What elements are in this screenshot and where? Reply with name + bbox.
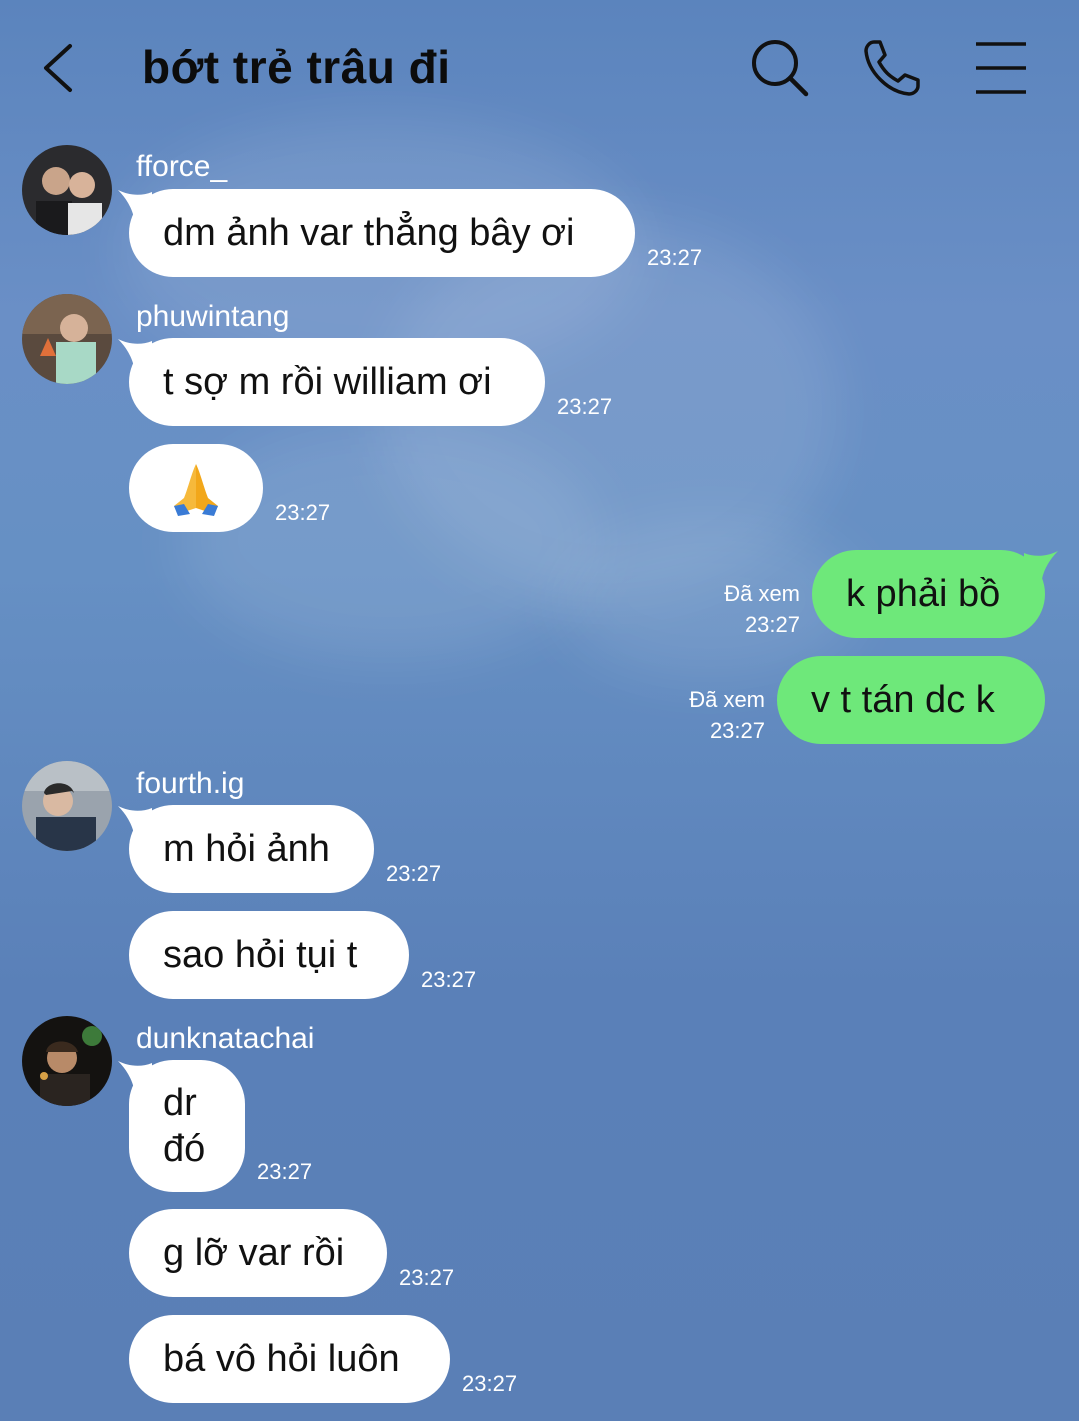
message-time: 23:27 bbox=[421, 967, 477, 992]
message-bubble[interactable]: v t tán dc k bbox=[777, 656, 1045, 744]
read-receipt: Đã xem 23:27 bbox=[724, 581, 800, 637]
message-time: 23:27 bbox=[462, 1371, 518, 1396]
message-bubble[interactable] bbox=[129, 444, 263, 532]
sender-name: fforce_ bbox=[136, 150, 228, 183]
sender-name: fourth.ig bbox=[136, 767, 245, 800]
chat-title: bớt trẻ trâu đi bbox=[142, 41, 451, 93]
message-time: 23:27 bbox=[386, 861, 442, 886]
message-bubble[interactable]: sao hỏi tụi t bbox=[129, 911, 409, 999]
message-time: 23:27 bbox=[275, 500, 331, 525]
sender-name: phuwintang bbox=[136, 300, 290, 333]
message-time: 23:27 bbox=[257, 1159, 313, 1184]
read-receipt: Đã xem 23:27 bbox=[689, 687, 765, 743]
avatar[interactable] bbox=[22, 294, 112, 384]
sender-name: dunknatachai bbox=[136, 1022, 315, 1055]
message-bubble[interactable]: dm ảnh var thẳng bây ơi bbox=[129, 189, 635, 277]
chat-header: bớt trẻ trâu đi bbox=[0, 0, 1079, 140]
avatar[interactable] bbox=[22, 1016, 112, 1106]
chevron-left-icon[interactable] bbox=[36, 40, 80, 96]
menu-icon[interactable] bbox=[970, 36, 1034, 100]
message-time: 23:27 bbox=[647, 245, 703, 270]
message-bubble[interactable]: k phải bồ bbox=[812, 550, 1045, 638]
message-bubble[interactable]: bá vô hỏi luôn bbox=[129, 1315, 450, 1403]
message-bubble[interactable]: m hỏi ảnh bbox=[129, 805, 374, 893]
message-time: 23:27 bbox=[399, 1265, 455, 1290]
message-bubble[interactable]: t sợ m rồi william ơi bbox=[129, 338, 545, 426]
phone-icon[interactable] bbox=[860, 36, 924, 100]
avatar[interactable] bbox=[22, 145, 112, 235]
message-time: 23:27 bbox=[557, 394, 613, 419]
message-bubble[interactable]: dr đó bbox=[129, 1060, 245, 1192]
bubble-tail bbox=[1024, 551, 1058, 579]
message-bubble[interactable]: g lỡ var rồi bbox=[129, 1209, 387, 1297]
search-icon[interactable] bbox=[748, 36, 812, 100]
avatar[interactable] bbox=[22, 761, 112, 851]
folded-hands-icon bbox=[174, 464, 218, 516]
